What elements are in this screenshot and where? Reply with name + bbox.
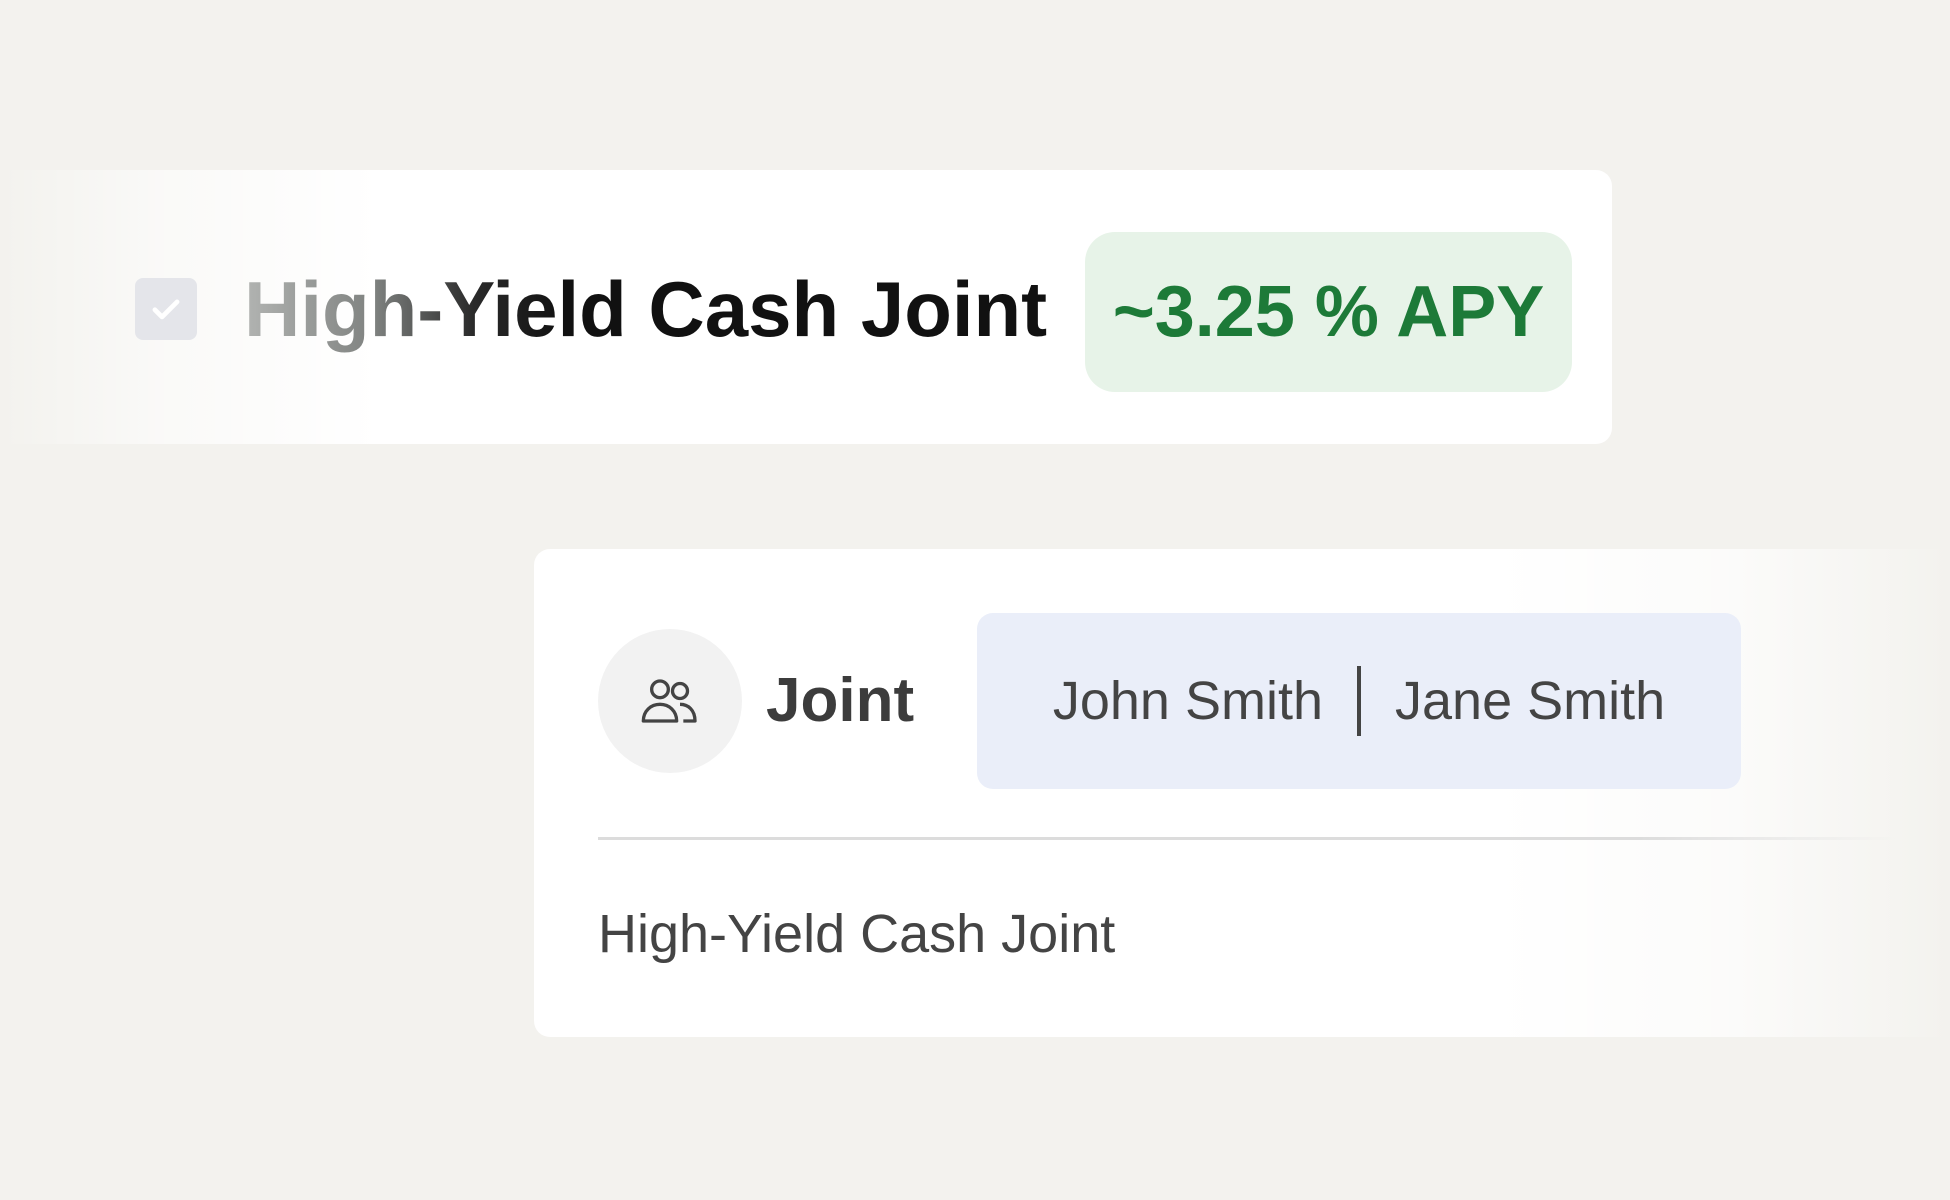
account-type-avatar bbox=[598, 629, 742, 773]
account-type-label: Joint bbox=[766, 666, 915, 735]
apy-badge-label: ~3.25 % APY bbox=[1112, 272, 1545, 352]
account-selector-card[interactable]: High-Yield Cash Joint ~3.25 % APY bbox=[0, 170, 1612, 444]
users-icon bbox=[641, 679, 697, 723]
check-icon bbox=[152, 299, 180, 320]
account-name: High-Yield Cash Joint bbox=[598, 904, 1116, 964]
apy-badge: ~3.25 % APY bbox=[1085, 232, 1572, 392]
owner-separator bbox=[1357, 666, 1361, 736]
owner-name: Jane Smith bbox=[1395, 671, 1666, 731]
account-checkbox[interactable] bbox=[135, 278, 197, 340]
owner-name: John Smith bbox=[1052, 671, 1323, 731]
account-title: High-Yield Cash Joint bbox=[244, 262, 1047, 356]
divider bbox=[598, 837, 1898, 840]
account-details-card: Joint John Smith Jane Smith High-Yield C… bbox=[534, 549, 1950, 1037]
owners-chip: John Smith Jane Smith bbox=[977, 613, 1741, 789]
